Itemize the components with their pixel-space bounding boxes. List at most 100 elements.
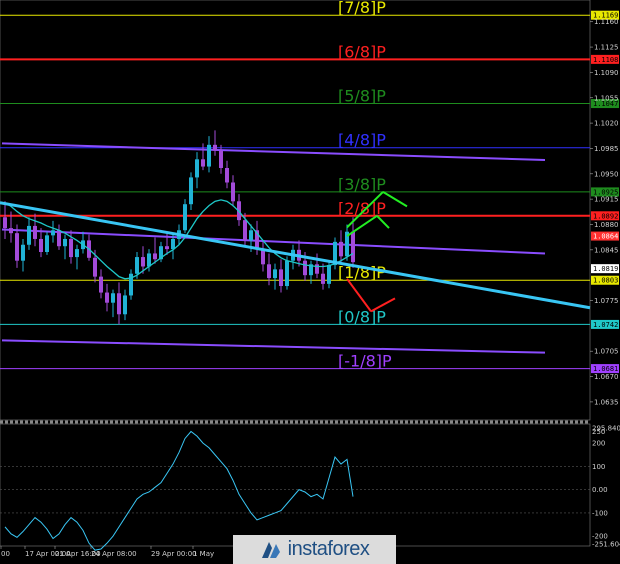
murray-level-label: [5/8]P bbox=[338, 87, 386, 106]
price-tick-label: 1.0775 bbox=[594, 297, 619, 305]
price-tag: 1.0819 bbox=[593, 265, 618, 273]
oscillator-frame bbox=[0, 423, 591, 547]
candle-body bbox=[249, 230, 253, 241]
candle-body bbox=[15, 233, 19, 261]
candle-body bbox=[261, 249, 265, 265]
price-tick-label: 1.0985 bbox=[594, 145, 619, 153]
price-tick-label: 1.1055 bbox=[594, 94, 619, 102]
candle-body bbox=[93, 257, 97, 277]
candle-body bbox=[39, 238, 43, 252]
time-tick-label: 00 bbox=[1, 550, 10, 558]
candle-body bbox=[63, 238, 67, 247]
candle-body bbox=[267, 264, 271, 279]
candle-body bbox=[75, 249, 79, 258]
price-tick-label: 1.0635 bbox=[594, 398, 619, 406]
murray-price-tag: 1.0681 bbox=[593, 365, 618, 373]
instaforex-logo-icon bbox=[261, 541, 280, 558]
time-tick-label: 29 Apr 00:00 bbox=[151, 550, 197, 558]
candle-body bbox=[243, 220, 247, 241]
time-tick-label: 24 Apr 08:00 bbox=[91, 550, 137, 558]
candle-body bbox=[171, 238, 175, 250]
murray-price-tag: 1.0803 bbox=[593, 277, 618, 285]
candle-body bbox=[141, 257, 145, 267]
candle-body bbox=[99, 276, 103, 293]
price-tick-label: 1.0670 bbox=[594, 373, 619, 381]
oscillator-line bbox=[4, 430, 354, 551]
price-chart: [7/8]P[6/8]P[5/8]P[4/8]P[3/8]P[2/8]P[1/8… bbox=[0, 0, 620, 558]
candle-body bbox=[213, 144, 217, 151]
candle-body bbox=[165, 246, 169, 250]
price-tick-label: 1.0705 bbox=[594, 348, 619, 356]
price-tick-label: 1.0950 bbox=[594, 170, 619, 178]
forecast-arrow bbox=[382, 191, 408, 208]
price-tag: 1.0864 bbox=[593, 233, 618, 241]
oscillator-tick-label: 200 bbox=[592, 440, 605, 448]
murray-price-tag: 1.0742 bbox=[593, 321, 618, 329]
oscillator-tick-label: -251.6046 bbox=[592, 541, 620, 549]
brand-watermark: instaforex bbox=[233, 535, 396, 564]
candle-body bbox=[201, 159, 205, 167]
price-tick-label: 1.1125 bbox=[594, 44, 619, 52]
main-plot-area: [7/8]P[6/8]P[5/8]P[4/8]P[3/8]P[2/8]P[1/8… bbox=[0, 0, 591, 424]
murray-level-label: [2/8]P bbox=[338, 199, 386, 218]
candle-body bbox=[219, 150, 223, 168]
candle-body bbox=[111, 293, 115, 303]
oscillator-panel bbox=[0, 423, 591, 551]
murray-level-label: [6/8]P bbox=[338, 42, 386, 61]
murray-price-tag: 1.0892 bbox=[593, 212, 618, 220]
candle-body bbox=[57, 230, 61, 247]
channel-line bbox=[1, 142, 546, 162]
murray-price-tag: 1.1108 bbox=[593, 56, 618, 64]
price-tick-label: 1.1020 bbox=[594, 120, 619, 128]
candle-body bbox=[183, 204, 187, 231]
brand-name: instaforex bbox=[287, 538, 370, 560]
candle-body bbox=[231, 182, 235, 202]
time-axis: 00 17 Apr 00:0021 Apr 16:0024 Apr 08:00 29… bbox=[0, 546, 214, 558]
oscillator-tick-label: 100 bbox=[592, 463, 605, 471]
candle-body bbox=[321, 273, 325, 284]
candle-body bbox=[9, 228, 13, 234]
candle-body bbox=[51, 230, 55, 236]
murray-level-label: [7/8]P bbox=[338, 0, 386, 17]
oscillator-tick-label: -200 bbox=[592, 533, 608, 541]
price-tick-label: 1.0845 bbox=[594, 246, 619, 254]
time-tick-label: 1 May bbox=[193, 550, 214, 558]
candle-body bbox=[117, 293, 121, 315]
candle-body bbox=[279, 269, 283, 287]
candle-body bbox=[45, 235, 49, 252]
candle-body bbox=[339, 241, 343, 257]
price-tick-label: 1.0880 bbox=[594, 221, 619, 229]
murray-level-label: [3/8]P bbox=[338, 175, 386, 194]
candle-body bbox=[33, 225, 37, 239]
price-tick-label: 1.0915 bbox=[594, 196, 619, 204]
oscillator-tick-label: 250 bbox=[592, 428, 605, 436]
channel-line bbox=[1, 339, 546, 354]
price-tick-label: 1.1160 bbox=[594, 18, 619, 26]
candle-body bbox=[207, 144, 211, 167]
murray-level-label: [-1/8]P bbox=[338, 352, 392, 371]
candle-body bbox=[273, 269, 277, 279]
candle-body bbox=[3, 217, 7, 229]
candle-body bbox=[225, 168, 229, 183]
candle-body bbox=[189, 177, 193, 205]
oscillator-tick-label: 0.00 bbox=[592, 486, 608, 494]
main-frame bbox=[0, 0, 591, 421]
price-axis: 1.11691.11081.10471.09251.08921.08031.07… bbox=[590, 10, 620, 549]
murray-level-label: [0/8]P bbox=[338, 307, 386, 326]
price-tick-label: 1.1090 bbox=[594, 69, 619, 77]
forecast-arrow bbox=[346, 214, 378, 237]
candle-body bbox=[123, 295, 127, 315]
candle-body bbox=[21, 244, 25, 261]
candle-body bbox=[147, 253, 151, 267]
candle-body bbox=[135, 257, 139, 274]
murray-level-label: [4/8]P bbox=[338, 131, 386, 150]
candle-body bbox=[195, 159, 199, 178]
candle-body bbox=[285, 260, 289, 287]
candle-body bbox=[27, 225, 31, 245]
candle-body bbox=[105, 292, 109, 303]
candle-body bbox=[69, 238, 73, 258]
candle-body bbox=[303, 260, 307, 276]
candle-body bbox=[351, 231, 355, 263]
candle-body bbox=[327, 265, 331, 284]
oscillator-tick-label: -100 bbox=[592, 509, 608, 517]
